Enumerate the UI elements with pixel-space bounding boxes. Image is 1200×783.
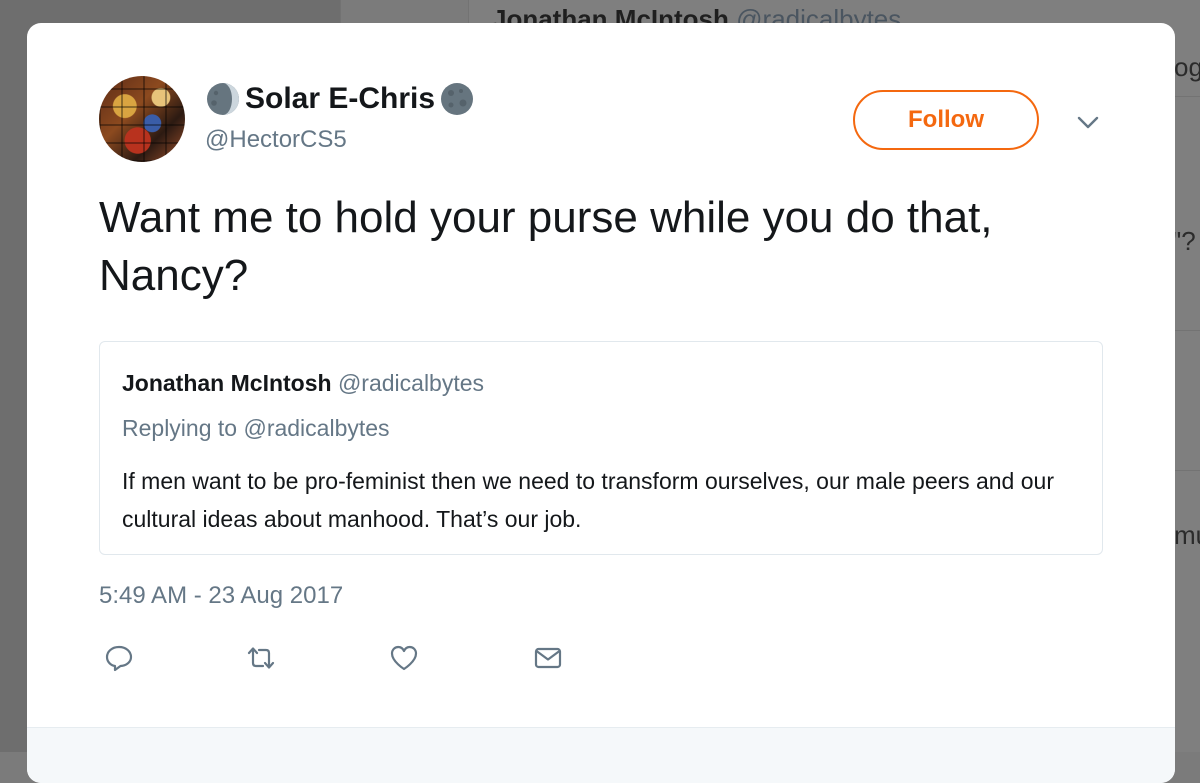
avatar[interactable]: [99, 76, 185, 162]
quoted-author-name: Jonathan McIntosh: [122, 370, 332, 396]
quoted-tweet-header: Jonathan McIntosh @radicalbytes: [122, 370, 484, 397]
tweet-text: Want me to hold your purse while you do …: [99, 193, 993, 300]
replying-to-handle[interactable]: @radicalbytes: [243, 415, 389, 441]
quoted-tweet-text: If men want to be pro-feminist then we n…: [122, 468, 1054, 532]
replying-to-label: Replying to: [122, 415, 238, 441]
quoted-tweet[interactable]: Jonathan McIntosh @radicalbytes Replying…: [99, 341, 1103, 555]
retweet-icon[interactable]: [246, 643, 276, 673]
background-text-fragment: "?: [1172, 226, 1196, 256]
author-display-name: Solar E-Chris: [245, 82, 436, 115]
author-handle[interactable]: @HectorCS5: [205, 126, 347, 154]
follow-button[interactable]: Follow: [853, 90, 1039, 150]
message-icon[interactable]: [533, 643, 563, 673]
tweet-modal: Solar E-Chris @HectorCS5 Follow Want me …: [27, 23, 1175, 783]
quoted-author-handle: @radicalbytes: [337, 370, 485, 396]
reply-icon[interactable]: [104, 643, 134, 673]
modal-footer: [27, 727, 1175, 783]
replying-to-line: Replying to @radicalbytes: [122, 415, 390, 442]
waning-moon-icon: [205, 81, 241, 117]
new-moon-icon: [439, 81, 475, 117]
author-name-row[interactable]: Solar E-Chris: [205, 79, 475, 119]
chevron-down-icon[interactable]: [1075, 109, 1101, 135]
background-text-fragment: mu: [1174, 520, 1200, 550]
tweet-timestamp[interactable]: 5:49 AM - 23 Aug 2017: [99, 582, 343, 610]
background-text-fragment: og: [1174, 52, 1200, 82]
like-icon[interactable]: [389, 643, 419, 673]
